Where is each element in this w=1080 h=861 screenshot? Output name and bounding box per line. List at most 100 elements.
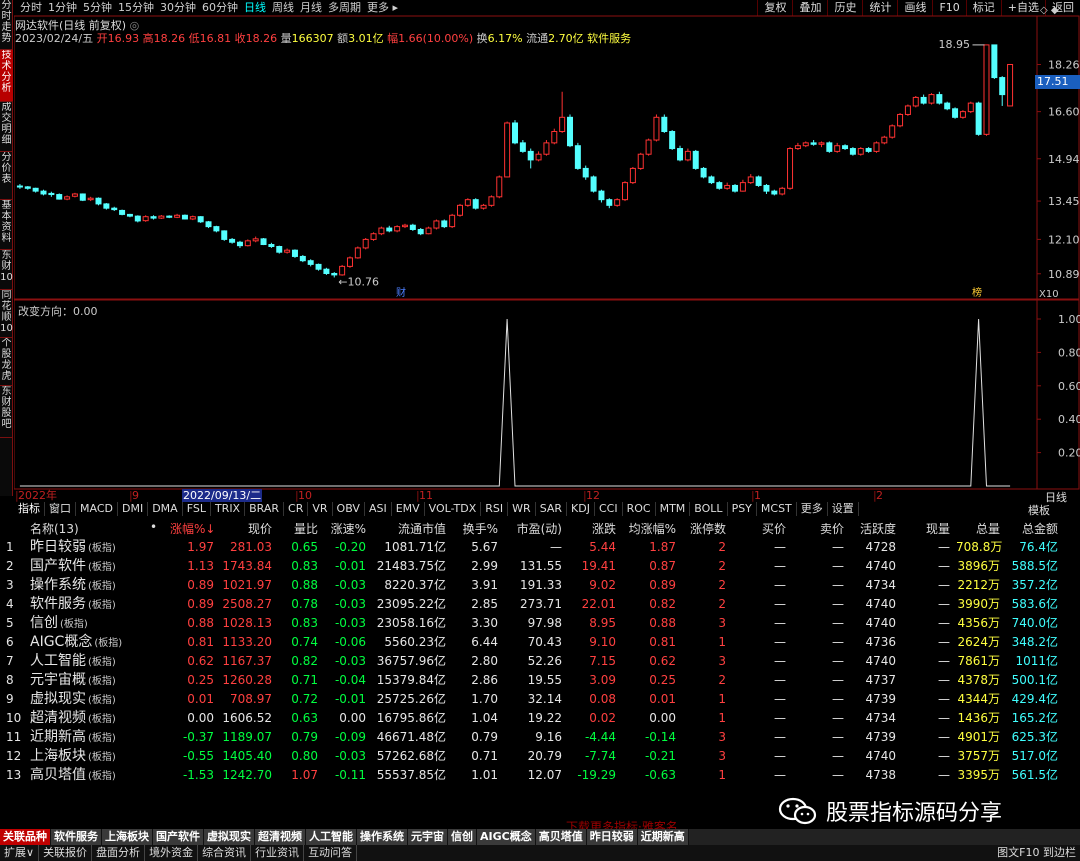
status-item-4[interactable]: 综合资讯 — [198, 845, 252, 861]
left-tab-0[interactable]: 分时走势 — [0, 0, 13, 50]
table-row[interactable]: 12 上海板块 (板指) -0.55 1405.40 0.80 -0.03 57262.68亿… — [0, 747, 1080, 766]
col-header-12[interactable]: 买价 — [740, 520, 786, 537]
indicator-tab-11[interactable]: ASI — [365, 502, 392, 516]
table-row[interactable]: 13 高贝塔值 (板指) -1.53 1242.70 1.07 -0.11 55537.85亿… — [0, 766, 1080, 785]
table-row[interactable]: 3 操作系统 (板指) 0.89 1021.97 0.88 -0.03 8220.37亿 3.9… — [0, 576, 1080, 595]
bottom-tab-12[interactable]: 昨日较弱 — [586, 829, 638, 845]
bottom-tab-11[interactable]: 高贝塔值 — [535, 829, 587, 845]
indicator-tab-17[interactable]: KDJ — [567, 502, 595, 516]
indicator-tab-0[interactable]: 指标 — [14, 502, 45, 516]
indicator-tab-15[interactable]: WR — [508, 502, 536, 516]
left-tab-4[interactable]: 基本资料 — [0, 200, 13, 250]
table-row[interactable]: 8 元宇宙概 (板指) 0.25 1260.28 0.71 -0.04 15379.84亿 2.… — [0, 671, 1080, 690]
status-item-1[interactable]: 关联报价 — [39, 845, 93, 861]
left-tab-6[interactable]: 同花顺10 — [0, 290, 13, 338]
bottom-tab-5[interactable]: 超清视频 — [255, 829, 306, 845]
table-row[interactable]: 9 虚拟现实 (板指) 0.01 708.97 0.72 -0.01 25725.26亿 1.7… — [0, 690, 1080, 709]
col-header-3[interactable]: 现价 — [220, 520, 272, 537]
table-row[interactable]: 6 AIGC概念 (板指) 0.81 1133.20 0.74 -0.06 5560.23亿 6… — [0, 633, 1080, 652]
table-row[interactable]: 7 人工智能 (板指) 0.62 1167.37 0.82 -0.03 36757.96亿 2.… — [0, 652, 1080, 671]
indicator-tab-18[interactable]: CCI — [595, 502, 623, 516]
candle-body — [244, 240, 251, 247]
indicator-tab-19[interactable]: ROC — [623, 502, 656, 516]
indicator-tab-5[interactable]: FSL — [183, 502, 211, 516]
candle-body — [787, 148, 794, 189]
candle-body — [771, 190, 778, 195]
candle-body — [323, 268, 330, 274]
status-item-0[interactable]: 扩展∨ — [0, 845, 40, 861]
left-tab-7[interactable]: 个股龙虎 — [0, 338, 13, 386]
left-tab-2[interactable]: 成交明细 — [0, 102, 13, 152]
row-name: AIGC概念 (板指) — [30, 633, 150, 653]
indicator-tab-4[interactable]: DMA — [148, 502, 183, 516]
left-tab-5[interactable]: 东财10 — [0, 250, 13, 290]
left-tab-8[interactable]: 东财股吧 — [0, 386, 13, 438]
col-header-14[interactable]: 活跃度 — [850, 520, 896, 537]
col-header-15[interactable]: 现量 — [904, 520, 950, 537]
table-row[interactable]: 4 软件服务 (板指) 0.89 2508.27 0.78 -0.03 23095.22亿 2.… — [0, 595, 1080, 614]
col-header-4[interactable]: 量比 — [280, 520, 318, 537]
indicator-tab-21[interactable]: BOLL — [690, 502, 728, 516]
indicator-tab-2[interactable]: MACD — [76, 502, 118, 516]
indicator-tab-7[interactable]: BRAR — [245, 502, 285, 516]
bottom-tab-0[interactable]: 关联品种 — [0, 829, 51, 845]
indicator-tab-24[interactable]: 更多 — [797, 502, 828, 516]
table-row[interactable]: 2 国产软件 (板指) 1.13 1743.84 0.83 -0.01 21483.75亿 2.… — [0, 557, 1080, 576]
left-tab-3[interactable]: 分价表 — [0, 152, 13, 200]
bottom-tab-9[interactable]: 信创 — [448, 829, 477, 845]
col-header-6[interactable]: 流通市值 — [372, 520, 446, 537]
status-item-3[interactable]: 境外资金 — [145, 845, 199, 861]
indicator-tab-20[interactable]: MTM — [656, 502, 691, 516]
indicator-tab-9[interactable]: VR — [308, 502, 333, 516]
indicator-tab-10[interactable]: OBV — [333, 502, 365, 516]
sector-name: 高贝塔值 — [30, 767, 86, 783]
bottom-tab-2[interactable]: 上海板块 — [102, 829, 153, 845]
indicator-tab-16[interactable]: SAR — [536, 502, 568, 516]
indicator-tab-8[interactable]: CR — [284, 502, 309, 516]
cell-8: 52.26 — [527, 654, 562, 668]
col-header-7[interactable]: 换手% — [452, 520, 498, 537]
col-header-2[interactable]: 涨幅%↓ — [170, 520, 215, 537]
sector-name: 软件服务 — [30, 596, 86, 612]
cell-16: 4378万 — [957, 673, 1000, 687]
left-tab-1[interactable]: 技术分析 — [0, 50, 13, 102]
bottom-tab-10[interactable]: AIGC概念 — [477, 829, 536, 845]
status-item-5[interactable]: 行业资讯 — [251, 845, 305, 861]
table-row[interactable]: 10 超清视频 (板指) 0.00 1606.52 0.63 0.00 16795.86亿 1.… — [0, 709, 1080, 728]
bottom-tab-8[interactable]: 元宇宙 — [408, 829, 448, 845]
bottom-tab-13[interactable]: 近期新高 — [637, 829, 689, 845]
col-header-10[interactable]: 均涨幅% — [622, 520, 676, 537]
status-right[interactable]: 图文F10 到边栏 — [997, 845, 1076, 861]
indicator-tab-25[interactable]: 设置 — [828, 502, 859, 516]
indicator-tab-13[interactable]: VOL-TDX — [425, 502, 482, 516]
bottom-tab-4[interactable]: 虚拟现实 — [204, 829, 255, 845]
col-header-1[interactable]: • — [150, 520, 160, 534]
bottom-tab-3[interactable]: 国产软件 — [153, 829, 204, 845]
status-item-6[interactable]: 互动问答 — [304, 845, 358, 861]
col-header-0[interactable]: 名称(13) — [30, 520, 90, 537]
kline-chart[interactable]: 18.26 16.60 14.94 13.45 12.10 10.89 18.95 ←10.7… — [14, 0, 1080, 500]
col-header-17[interactable]: 总金额 — [1006, 520, 1058, 537]
table-row[interactable]: 1 昨日较弱 (板指) 1.97 281.03 0.65 -0.20 1081.71亿 5.67… — [0, 538, 1080, 557]
status-item-2[interactable]: 盘面分析 — [92, 845, 146, 861]
col-header-16[interactable]: 总量 — [956, 520, 1000, 537]
col-header-11[interactable]: 涨停数 — [684, 520, 726, 537]
bottom-tab-7[interactable]: 操作系统 — [357, 829, 408, 845]
indicator-tab-6[interactable]: TRIX — [211, 502, 246, 516]
col-header-13[interactable]: 卖价 — [796, 520, 844, 537]
indicator-tab-12[interactable]: EMV — [392, 502, 425, 516]
indicator-tab-1[interactable]: 窗口 — [45, 502, 76, 516]
indicator-tab-22[interactable]: PSY — [728, 502, 757, 516]
indicator-tab-14[interactable]: RSI — [481, 502, 509, 516]
indicator-tab-23[interactable]: MCST — [757, 502, 797, 516]
template-button[interactable]: 模板 — [1028, 502, 1050, 518]
candle-body — [802, 142, 809, 147]
col-header-9[interactable]: 涨跌 — [568, 520, 616, 537]
bottom-tab-1[interactable]: 软件服务 — [51, 829, 102, 845]
col-header-8[interactable]: 市盈(动) — [502, 520, 562, 537]
table-row[interactable]: 5 信创 (板指) 0.88 1028.13 0.83 -0.03 23058.16亿 3.30… — [0, 614, 1080, 633]
indicator-tab-3[interactable]: DMI — [118, 502, 149, 516]
table-row[interactable]: 11 近期新高 (板指) -0.37 1189.07 0.79 -0.09 46671.48亿… — [0, 728, 1080, 747]
col-header-5[interactable]: 涨速% — [326, 520, 366, 537]
bottom-tab-6[interactable]: 人工智能 — [306, 829, 357, 845]
